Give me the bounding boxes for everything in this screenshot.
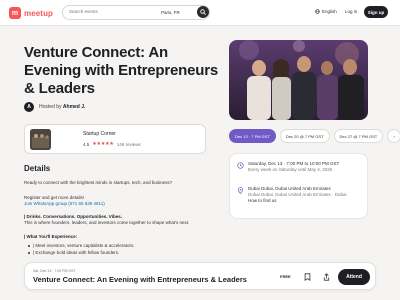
list-item-text: | Meet investors, venture capitalists & … xyxy=(33,243,135,248)
datetime-text: Saturday, Dec 13 · 7:00 PM to 10:00 PM G… xyxy=(248,161,339,173)
save-button[interactable] xyxy=(301,271,313,283)
details-drinks-sub: This is where founders, leaders, and inv… xyxy=(24,220,190,225)
details-intro: Ready to connect with the brightest mind… xyxy=(24,180,173,185)
host-name[interactable]: Ahmed J. xyxy=(63,104,86,110)
attend-button[interactable]: Attend xyxy=(338,269,370,285)
login-link[interactable]: Log in xyxy=(345,9,357,14)
reviews-count: 146 reviews xyxy=(116,141,141,147)
search-input[interactable] xyxy=(69,9,131,14)
attend-bar: Sat, Dec 13 · 7:00 PM GST Venture Connec… xyxy=(24,262,376,290)
recurrence-value: Every week on Saturday until May 4, 2026 xyxy=(248,167,333,172)
price-label: FREE xyxy=(280,274,291,279)
footer-title: Venture Connect: An Evening with Entrepr… xyxy=(33,275,247,284)
date-chip[interactable]: Dec 27 @ 7 PM GST xyxy=(333,129,384,143)
group-name: Startup Corner xyxy=(83,131,116,137)
event-title-line: & Leaders xyxy=(24,80,95,97)
search-bar[interactable]: Paris, FR xyxy=(62,5,210,20)
bullet-dot xyxy=(28,251,30,254)
bullet-dot xyxy=(28,244,30,247)
next-dates-button[interactable]: › xyxy=(387,129,400,143)
list-item: | Meet investors, venture capitalists & … xyxy=(28,243,134,248)
logo-badge: m xyxy=(9,7,21,19)
globe-icon xyxy=(315,9,320,14)
event-title: Venture Connect: An Evening with Entrepr… xyxy=(24,44,224,98)
host-text: Hosted by Ahmed J. xyxy=(39,104,85,110)
bookmark-icon xyxy=(304,273,310,281)
event-title-line: Evening with Entrepreneurs xyxy=(24,62,219,79)
date-selector: Dec 13 · 7 PM GST Dec 20 @ 7 PM GST Dec … xyxy=(229,129,400,143)
share-icon xyxy=(323,273,329,281)
host-prefix: Hosted by xyxy=(39,104,62,110)
signup-button[interactable]: Sign up xyxy=(364,6,388,18)
rating-stars: ★★★★★ xyxy=(92,141,114,147)
date-chip-selected[interactable]: Dec 13 · 7 PM GST xyxy=(229,129,276,143)
date-chip[interactable]: Dec 20 @ 7 PM GST xyxy=(279,129,330,143)
location-field[interactable]: Paris, FR xyxy=(161,10,180,15)
clock-icon xyxy=(237,161,244,169)
top-nav-bar: m meetup Paris, FR English Log in Sign u… xyxy=(0,0,400,26)
host-info: A Hosted by Ahmed J. xyxy=(24,102,85,112)
group-thumbnail xyxy=(30,129,51,150)
search-button[interactable] xyxy=(197,6,209,18)
host-avatar[interactable]: A xyxy=(24,102,34,112)
details-experience: | What You'll Experience: xyxy=(24,234,78,239)
logo-text: meetup xyxy=(24,8,54,18)
event-photo-graphic xyxy=(229,40,368,120)
group-rating: 4.5 ★★★★★ 146 reviews xyxy=(83,141,141,147)
event-cover-photo xyxy=(229,40,368,120)
list-item-text: | Exchange bold ideas with fellow founde… xyxy=(33,250,120,255)
event-info-card: Saturday, Dec 13 · 7:00 PM to 10:00 PM G… xyxy=(229,153,368,219)
share-button[interactable] xyxy=(320,271,332,283)
location-row: Dubai Dubai, Dubai United Arab Emirates … xyxy=(237,186,347,204)
language-selector[interactable]: English xyxy=(315,9,337,14)
datetime-row: Saturday, Dec 13 · 7:00 PM to 10:00 PM G… xyxy=(237,161,339,173)
language-label: English xyxy=(322,9,337,14)
event-title-line: Venture Connect: An xyxy=(24,44,168,61)
search-icon xyxy=(200,9,206,15)
footer-date: Sat, Dec 13 · 7:00 PM GST xyxy=(33,269,76,273)
list-item: | Exchange bold ideas with fellow founde… xyxy=(28,250,119,255)
location-text: Dubai Dubai, Dubai United Arab Emirates … xyxy=(248,186,347,204)
details-heading: Details xyxy=(24,164,51,173)
meetup-logo[interactable]: m meetup xyxy=(9,7,53,19)
rating-value: 4.5 xyxy=(83,141,90,147)
map-pin-icon xyxy=(237,186,244,194)
whatsapp-link[interactable]: Join WhatsApp group (571 65 539 4811) xyxy=(24,201,214,207)
group-card[interactable]: Startup Corner 4.5 ★★★★★ 146 reviews xyxy=(24,124,206,154)
how-to-find-link[interactable]: How to find us xyxy=(248,198,347,204)
